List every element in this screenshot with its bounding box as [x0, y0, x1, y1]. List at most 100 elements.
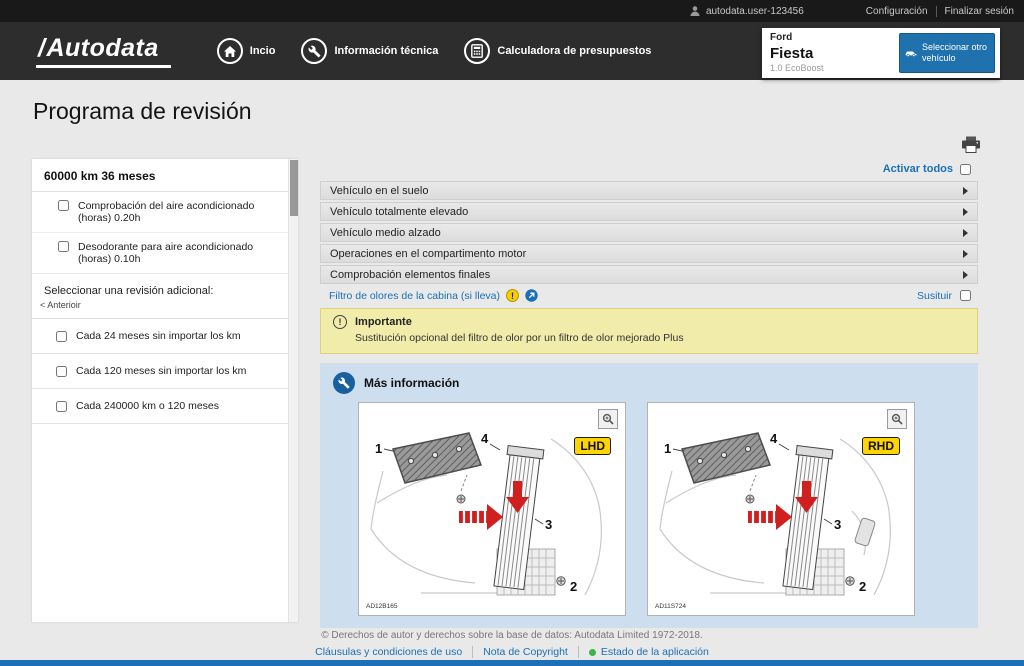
magnifier-icon — [602, 413, 614, 425]
config-link[interactable]: Configuración — [866, 6, 928, 17]
logout-link[interactable]: Finalizar sesión — [936, 6, 1014, 17]
more-info-header: Más información — [320, 372, 978, 402]
select-vehicle-label: Seleccionar otro vehículo — [922, 42, 989, 64]
diagram-row: 1 — [320, 402, 978, 616]
previous-link[interactable]: < Anterioir — [32, 299, 288, 319]
svg-text:3: 3 — [834, 517, 841, 532]
additional-revision-label: Seleccionar una revisión adicional: — [32, 274, 288, 299]
footer-links: Cláusulas y condiciones de uso Nota de C… — [0, 646, 1024, 658]
activate-all-checkbox[interactable] — [960, 164, 971, 175]
print-button[interactable] — [960, 136, 982, 156]
zoom-button[interactable] — [598, 409, 618, 429]
accordion-engine-compartment[interactable]: Operaciones en el compartimento motor — [320, 244, 978, 263]
accordion-final-checks[interactable]: Comprobación elementos finales — [320, 265, 978, 284]
accordion-vehicle-on-ground[interactable]: Vehículo en el suelo — [320, 181, 978, 200]
copyright-text: © Derechos de autor y derechos sobre la … — [0, 630, 1024, 641]
svg-text:1: 1 — [664, 441, 671, 456]
cabin-filter-task-row: Filtro de olores de la cabina (si lleva)… — [320, 286, 978, 308]
svg-text:4: 4 — [770, 431, 778, 446]
nav-label: Información técnica — [334, 45, 438, 57]
home-icon — [217, 38, 243, 64]
sidebar-scrollbar-thumb[interactable] — [290, 160, 298, 216]
nav-item-home[interactable]: Incio — [217, 38, 276, 64]
brand-text: Autodata — [46, 34, 158, 62]
revision-option: Cada 120 meses sin importar los km — [32, 354, 288, 389]
interval-header: 60000 km 36 meses — [32, 159, 288, 192]
select-other-vehicle-button[interactable]: Seleccionar otro vehículo — [899, 33, 995, 73]
more-info-title: Más información — [364, 376, 459, 390]
rhd-badge: RHD — [862, 437, 900, 455]
nav-item-technical-info[interactable]: Información técnica — [301, 38, 438, 64]
accordion-label: Vehículo medio alzado — [330, 227, 441, 239]
wrench-circle-icon — [333, 372, 355, 394]
chevron-right-icon — [963, 208, 968, 216]
wrench-icon — [301, 38, 327, 64]
diagram-code: AD11S724 — [655, 603, 686, 610]
calculator-icon — [464, 38, 490, 64]
copyright-note-link[interactable]: Nota de Copyright — [472, 646, 578, 658]
service-interval-panel: 60000 km 36 meses Comprobación del aire … — [32, 159, 298, 622]
accordion-label: Vehículo totalmente elevado — [330, 206, 468, 218]
vehicle-info: Ford Fiesta 1.0 EcoBoost — [762, 28, 894, 78]
top-utility-bar: autodata.user-123456 Configuración Final… — [0, 0, 1024, 22]
sidebar-scrollbar-track[interactable] — [288, 159, 298, 622]
zoom-button[interactable] — [887, 409, 907, 429]
chevron-right-icon — [963, 187, 968, 195]
revision-checkbox[interactable] — [56, 401, 67, 412]
accordion-label: Operaciones en el compartimento motor — [330, 248, 526, 260]
task-checkbox[interactable] — [58, 200, 69, 211]
task-right: Susituir — [917, 290, 971, 302]
magnifier-icon — [891, 413, 903, 425]
arrow-circle-icon[interactable] — [525, 289, 538, 302]
vehicle-card: Ford Fiesta 1.0 EcoBoost Seleccionar otr… — [762, 28, 1000, 78]
revision-label: Cada 240000 km o 120 meses — [76, 400, 219, 412]
page-title: Programa de revisión — [33, 98, 252, 125]
task-checkbox[interactable] — [58, 241, 69, 252]
main-nav: Incio Información técnica Calculadora de… — [217, 38, 652, 64]
cabin-filter-link[interactable]: Filtro de olores de la cabina (si lleva) — [329, 290, 500, 302]
revision-label: Cada 24 meses sin importar los km — [76, 330, 241, 342]
svg-text:3: 3 — [545, 517, 552, 532]
task-left: Filtro de olores de la cabina (si lleva)… — [329, 289, 538, 302]
vehicle-model: Fiesta — [770, 45, 886, 64]
task-select-checkbox[interactable] — [960, 290, 971, 301]
svg-text:1: 1 — [375, 441, 382, 456]
car-icon — [905, 48, 917, 59]
screen: autodata.user-123456 Configuración Final… — [0, 0, 1024, 666]
alert-exclamation-icon: ! — [333, 315, 347, 329]
main-header: Autodata Incio Información técnica Calcu… — [0, 22, 1024, 80]
diagram-lhd: 1 — [358, 402, 626, 616]
activate-all-link[interactable]: Activar todos — [883, 163, 953, 175]
schedule-main: Activar todos Vehículo en el suelo Vehíc… — [320, 160, 978, 628]
svg-text:4: 4 — [481, 431, 489, 446]
revision-label: Cada 120 meses sin importar los km — [76, 365, 246, 377]
diagram-code: AD12B165 — [366, 603, 397, 610]
important-alert: ! Importante Sustitución opcional del fi… — [320, 308, 978, 354]
top-links: Configuración Finalizar sesión — [866, 6, 1014, 17]
nav-item-estimate-calculator[interactable]: Calculadora de presupuestos — [464, 38, 651, 64]
nav-label: Calculadora de presupuestos — [497, 45, 651, 57]
alert-title: Importante — [355, 316, 412, 328]
diagram-rhd: 1 — [647, 402, 915, 616]
username-text: autodata.user-123456 — [706, 6, 804, 17]
revision-checkbox[interactable] — [56, 331, 67, 342]
accordion-label: Comprobación elementos finales — [330, 269, 490, 281]
revision-option: Cada 240000 km o 120 meses — [32, 389, 288, 424]
lhd-badge: LHD — [574, 437, 611, 455]
svg-text:2: 2 — [859, 579, 866, 594]
chevron-right-icon — [963, 250, 968, 258]
app-status-link[interactable]: Estado de la aplicación — [578, 646, 719, 658]
accordion-label: Vehículo en el suelo — [330, 185, 428, 197]
green-status-dot — [589, 649, 596, 656]
revision-checkbox[interactable] — [56, 366, 67, 377]
accordion-vehicle-fully-raised[interactable]: Vehículo totalmente elevado — [320, 202, 978, 221]
replace-action-link[interactable]: Susituir — [917, 290, 952, 302]
footer: © Derechos de autor y derechos sobre la … — [0, 630, 1024, 658]
autodata-logo[interactable]: Autodata — [36, 34, 171, 68]
chevron-right-icon — [963, 271, 968, 279]
task-label: Desodorante para aire acondicionado (hor… — [78, 241, 278, 265]
bottom-accent-bar — [0, 660, 1024, 666]
alert-text: Sustitución opcional del filtro de olor … — [333, 332, 965, 344]
terms-link[interactable]: Cláusulas y condiciones de uso — [305, 646, 472, 658]
accordion-vehicle-half-raised[interactable]: Vehículo medio alzado — [320, 223, 978, 242]
